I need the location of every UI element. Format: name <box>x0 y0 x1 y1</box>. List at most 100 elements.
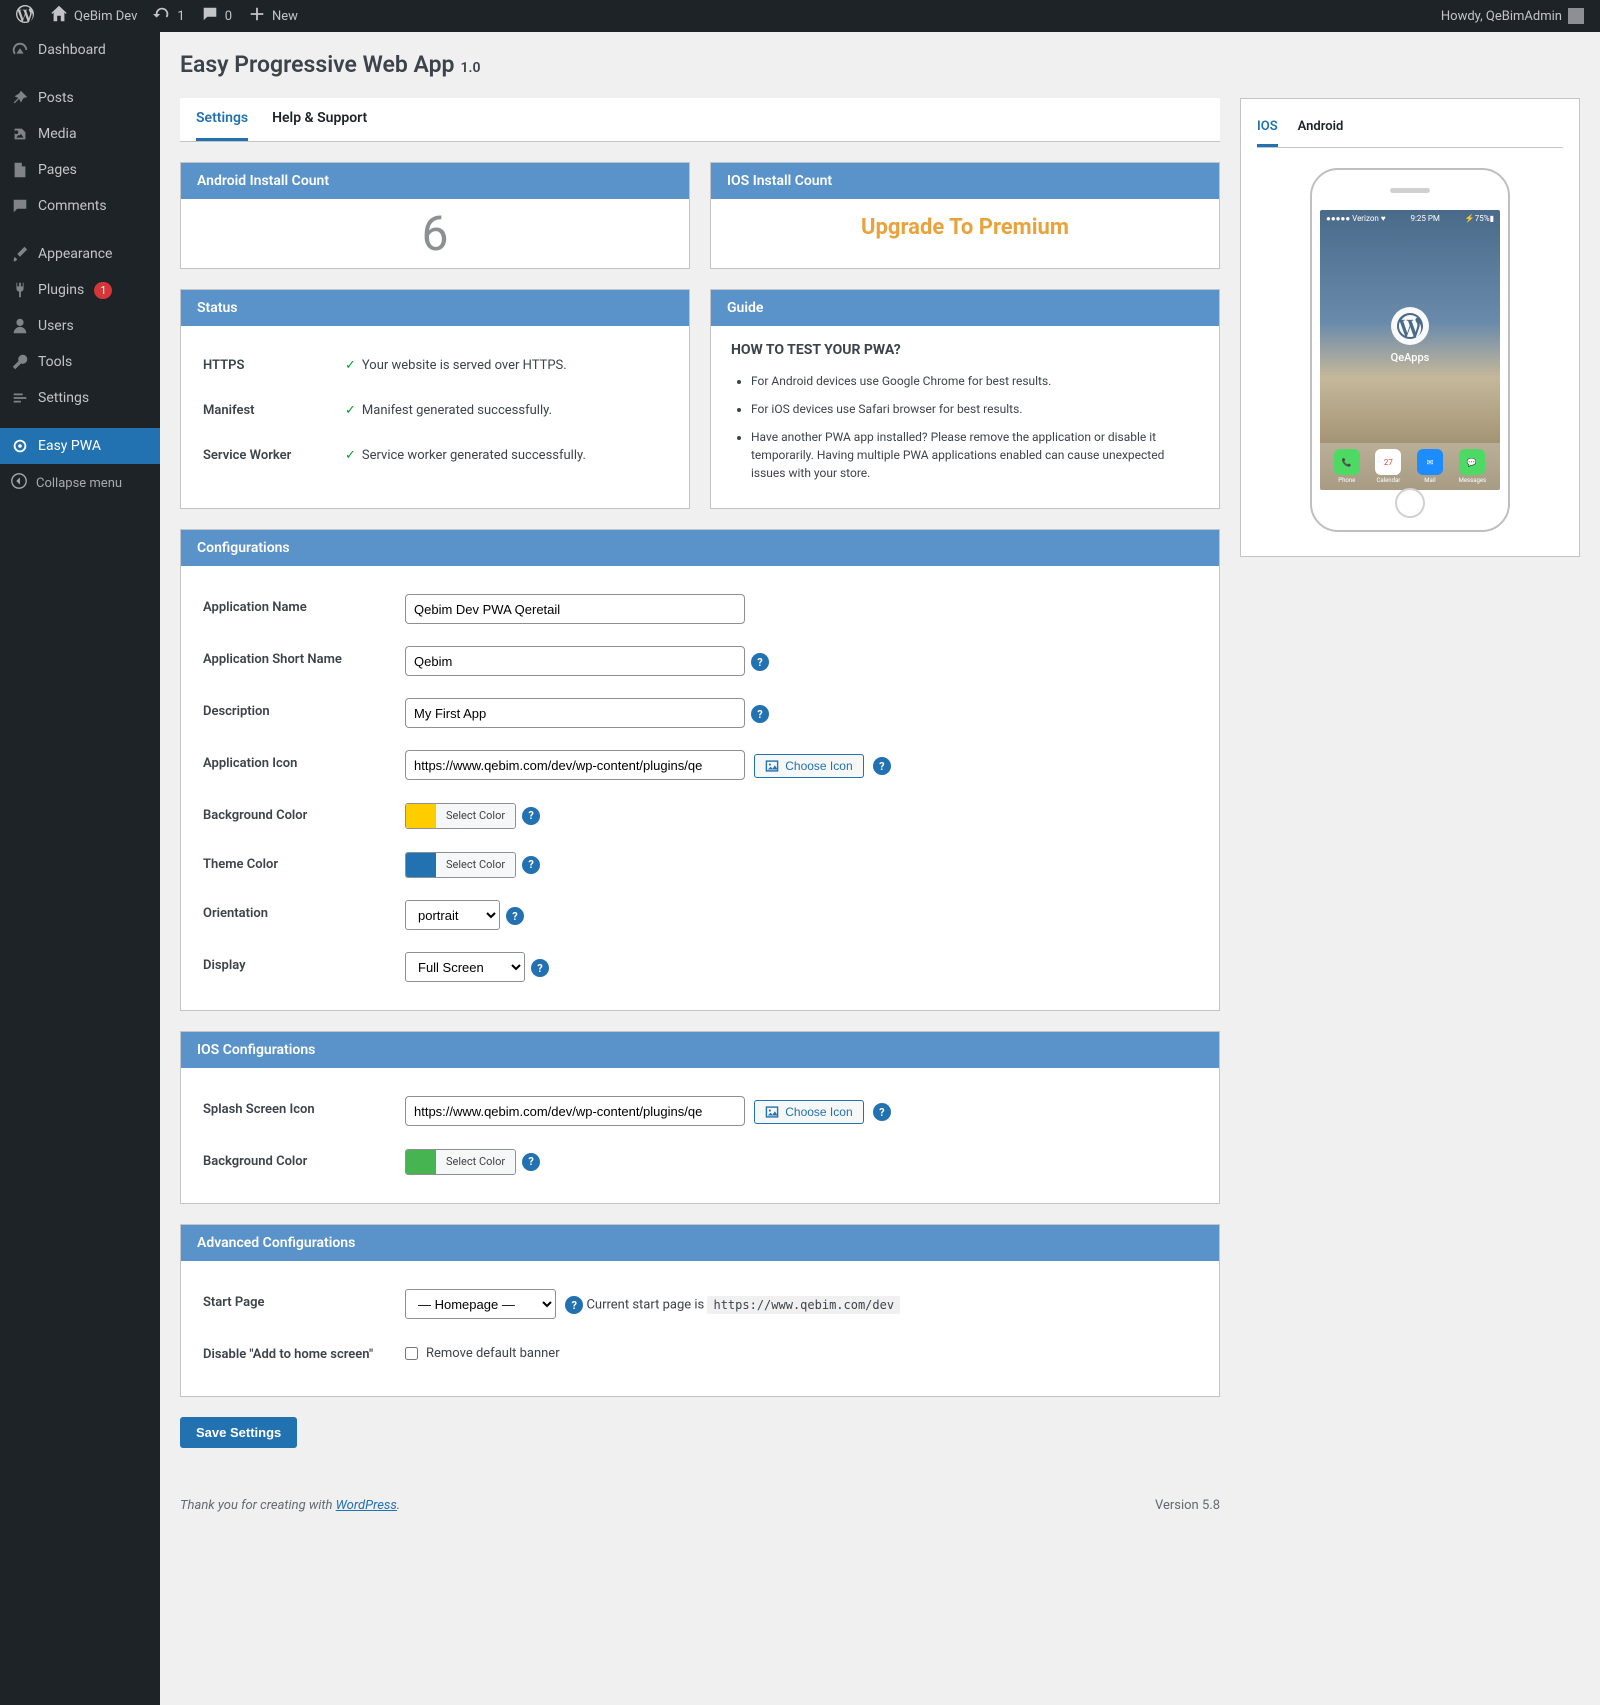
admin-bar: QeBim Dev 1 0 New Howdy, QeBimAdmin <box>0 0 1600 32</box>
help-icon[interactable]: ? <box>522 856 540 874</box>
preview-panel: IOS Android ●●●●● Verizon ♥ 9:25 PM ⚡75%… <box>1240 98 1580 557</box>
help-icon[interactable]: ? <box>522 1153 540 1171</box>
sidebar-item-users[interactable]: Users <box>0 308 160 344</box>
help-icon[interactable]: ? <box>522 807 540 825</box>
bg-color-picker[interactable]: Select Color <box>405 803 516 829</box>
status-row-sw: Service Worker✓Service worker generated … <box>203 434 667 477</box>
status-row-https: HTTPS✓Your website is served over HTTPS. <box>203 344 667 387</box>
check-icon: ✓ <box>345 358 356 373</box>
media-icon <box>10 124 30 144</box>
wrench-icon <box>10 352 30 372</box>
phone-app-icon <box>1391 307 1429 345</box>
tab-help[interactable]: Help & Support <box>272 98 367 141</box>
footer-version: Version 5.8 <box>1155 1498 1220 1513</box>
update-icon <box>153 5 171 27</box>
description-label: Description <box>203 688 403 738</box>
help-icon[interactable]: ? <box>506 907 524 925</box>
ios-install-title: IOS Install Count <box>711 163 1219 199</box>
sidebar-item-posts[interactable]: Posts <box>0 80 160 116</box>
color-swatch <box>406 804 436 828</box>
pwa-icon <box>10 436 30 456</box>
updates-count: 1 <box>177 9 184 24</box>
start-page-note: Current start page is <box>586 1298 704 1313</box>
plugin-updates-badge: 1 <box>94 282 112 299</box>
sidebar-item-dashboard[interactable]: Dashboard <box>0 32 160 68</box>
version-label: 1.0 <box>460 60 480 76</box>
status-title: Status <box>181 290 689 326</box>
sidebar-item-tools[interactable]: Tools <box>0 344 160 380</box>
image-icon <box>765 1105 779 1119</box>
choose-splash-button[interactable]: Choose Icon <box>754 1100 863 1124</box>
status-panel: Status HTTPS✓Your website is served over… <box>180 289 690 509</box>
help-icon[interactable]: ? <box>531 959 549 977</box>
sidebar-item-appearance[interactable]: Appearance <box>0 236 160 272</box>
splash-label: Splash Screen Icon <box>203 1086 403 1136</box>
guide-panel: Guide HOW TO TEST YOUR PWA? For Android … <box>710 289 1220 509</box>
start-page-select[interactable]: — Homepage — <box>405 1289 556 1319</box>
sidebar-item-media[interactable]: Media <box>0 116 160 152</box>
new-content-link[interactable]: New <box>240 0 306 32</box>
ios-bg-color-picker[interactable]: Select Color <box>405 1149 516 1175</box>
guide-item: For iOS devices use Safari browser for b… <box>751 400 1199 418</box>
app-icon-input[interactable] <box>405 750 745 780</box>
display-select[interactable]: Full Screen <box>405 952 525 982</box>
howdy-text: Howdy, QeBimAdmin <box>1441 9 1562 24</box>
start-page-label: Start Page <box>203 1279 403 1329</box>
admin-sidebar: Dashboard Posts Media Pages Comments App… <box>0 32 160 1705</box>
config-panel: Configurations Application Name Applicat… <box>180 529 1220 1011</box>
help-icon[interactable]: ? <box>751 705 769 723</box>
save-settings-button[interactable]: Save Settings <box>180 1417 297 1448</box>
app-name-input[interactable] <box>405 594 745 624</box>
orientation-select[interactable]: portrait <box>405 900 500 930</box>
sidebar-item-pages[interactable]: Pages <box>0 152 160 188</box>
wp-logo[interactable] <box>8 0 42 32</box>
help-icon[interactable]: ? <box>873 1103 891 1121</box>
comment-icon <box>10 196 30 216</box>
comments-link[interactable]: 0 <box>193 0 240 32</box>
splash-input[interactable] <box>405 1096 745 1126</box>
user-account-link[interactable]: Howdy, QeBimAdmin <box>1433 0 1592 32</box>
ios-bg-label: Background Color <box>203 1138 403 1185</box>
color-swatch <box>406 1150 436 1174</box>
guide-heading: HOW TO TEST YOUR PWA? <box>731 342 1199 358</box>
config-title: Configurations <box>181 530 1219 566</box>
dock-mail-icon: ✉ <box>1417 449 1443 475</box>
updates-link[interactable]: 1 <box>145 0 192 32</box>
short-name-label: Application Short Name <box>203 636 403 686</box>
sidebar-item-comments[interactable]: Comments <box>0 188 160 224</box>
site-name-text: QeBim Dev <box>74 9 137 24</box>
preview-tab-ios[interactable]: IOS <box>1257 111 1278 147</box>
advanced-title: Advanced Configurations <box>181 1225 1219 1261</box>
sidebar-item-settings[interactable]: Settings <box>0 380 160 416</box>
page-icon <box>10 160 30 180</box>
wordpress-icon <box>16 5 34 27</box>
site-name-link[interactable]: QeBim Dev <box>42 0 145 32</box>
help-icon[interactable]: ? <box>751 653 769 671</box>
wordpress-link[interactable]: WordPress <box>336 1498 397 1513</box>
tab-settings[interactable]: Settings <box>196 98 248 141</box>
preview-tab-android[interactable]: Android <box>1298 111 1344 147</box>
ios-config-title: IOS Configurations <box>181 1032 1219 1068</box>
collapse-menu[interactable]: Collapse menu <box>0 464 160 502</box>
choose-icon-button[interactable]: Choose Icon <box>754 754 863 778</box>
sidebar-item-plugins[interactable]: Plugins1 <box>0 272 160 308</box>
sliders-icon <box>10 388 30 408</box>
theme-color-picker[interactable]: Select Color <box>405 852 516 878</box>
sidebar-item-easy-pwa[interactable]: Easy PWA <box>0 428 160 464</box>
theme-color-label: Theme Color <box>203 841 403 888</box>
phone-dock: 📞Phone 27Calendar ✉Mail 💬Messages <box>1320 443 1500 490</box>
dashboard-icon <box>10 40 30 60</box>
ios-config-panel: IOS Configurations Splash Screen Icon Ch… <box>180 1031 1220 1204</box>
help-icon[interactable]: ? <box>873 757 891 775</box>
comments-count: 0 <box>225 9 232 24</box>
plug-icon <box>10 280 30 300</box>
phone-preview: ●●●●● Verizon ♥ 9:25 PM ⚡75%▮ QeApps <box>1310 168 1510 532</box>
description-input[interactable] <box>405 698 745 728</box>
disable-banner-label: Disable "Add to home screen" <box>203 1331 403 1378</box>
new-label: New <box>272 9 298 24</box>
dock-phone-icon: 📞 <box>1334 449 1360 475</box>
short-name-input[interactable] <box>405 646 745 676</box>
help-icon[interactable]: ? <box>565 1296 583 1314</box>
disable-banner-checkbox[interactable] <box>405 1347 418 1360</box>
disable-banner-checkbox-row[interactable]: Remove default banner <box>405 1346 560 1361</box>
